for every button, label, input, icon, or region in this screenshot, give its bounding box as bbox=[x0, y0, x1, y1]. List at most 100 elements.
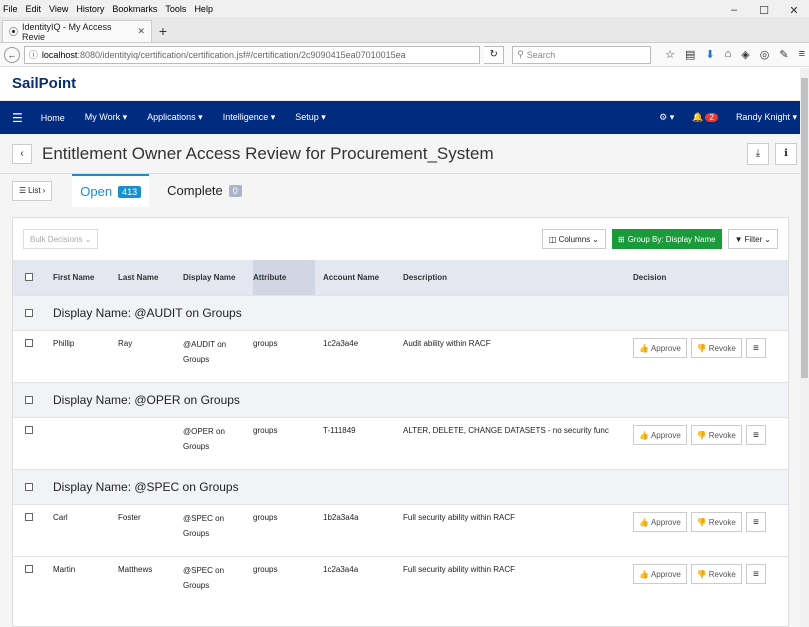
approve-button[interactable]: 👍 Approve bbox=[633, 425, 687, 445]
revoke-label: Revoke bbox=[708, 430, 736, 440]
group-row: Display Name: @OPER on Groups bbox=[13, 382, 788, 417]
bulk-label: Bulk Decisions bbox=[30, 234, 83, 244]
approve-label: Approve bbox=[650, 569, 681, 579]
filter-button[interactable]: ▼ Filter ⌄ bbox=[727, 229, 778, 249]
menu-view[interactable]: View bbox=[49, 4, 68, 14]
user-menu[interactable]: Randy Knight ▾ bbox=[736, 112, 797, 123]
page-scrollbar[interactable] bbox=[800, 68, 809, 627]
approve-label: Approve bbox=[650, 430, 681, 440]
row-menu-icon[interactable]: ≡ bbox=[745, 338, 766, 358]
pocket-icon[interactable]: ◈ bbox=[741, 48, 749, 61]
bulk-decisions-button[interactable]: Bulk Decisions ⌄ bbox=[23, 229, 99, 249]
scrollbar-thumb[interactable] bbox=[801, 78, 808, 378]
account-cell: 1c2a3a4e bbox=[323, 339, 359, 348]
hamburger-menu-icon[interactable]: ≡ bbox=[799, 48, 805, 61]
nav-applications[interactable]: Applications ▾ bbox=[147, 112, 203, 123]
puzzle-icon[interactable]: ✎ bbox=[779, 48, 788, 61]
group-checkbox[interactable] bbox=[25, 483, 33, 491]
menu-help[interactable]: Help bbox=[194, 4, 213, 14]
nav-my-work[interactable]: My Work ▾ bbox=[85, 112, 127, 123]
browser-tab[interactable]: ⦿ IdentityIQ - My Access Revie ✕ bbox=[2, 20, 152, 42]
home-icon[interactable]: ⌂ bbox=[725, 48, 732, 61]
revoke-button[interactable]: 👎 Revoke bbox=[690, 338, 742, 358]
display-line1: @SPEC on bbox=[183, 566, 225, 575]
select-all-checkbox[interactable] bbox=[25, 272, 33, 281]
back-chevron-icon[interactable]: ‹ bbox=[12, 143, 32, 164]
nav-home[interactable]: Home bbox=[41, 113, 65, 123]
row-menu-icon[interactable]: ≡ bbox=[745, 564, 766, 584]
thumbs-up-icon: 👍 bbox=[639, 517, 649, 527]
filter-icon: ▼ bbox=[734, 234, 743, 244]
revoke-button[interactable]: 👎 Revoke bbox=[690, 512, 742, 532]
minimize-icon[interactable]: – bbox=[719, 0, 749, 20]
thumbs-up-icon: 👍 bbox=[639, 430, 649, 440]
row-menu-icon[interactable]: ≡ bbox=[745, 512, 766, 532]
first-name-cell: Martin bbox=[53, 565, 76, 574]
col-first-name[interactable]: First Name bbox=[53, 273, 118, 282]
menu-bookmarks[interactable]: Bookmarks bbox=[112, 4, 157, 14]
first-name-cell: Phillip bbox=[53, 339, 75, 348]
open-count-badge: 413 bbox=[118, 185, 142, 198]
browser-toolbar-icons: ☆ ▤ ⬇ ⌂ ◈ ◎ ✎ ≡ bbox=[665, 48, 805, 61]
download-icon[interactable]: ⬇ bbox=[705, 48, 714, 61]
close-window-icon[interactable]: ✕ bbox=[779, 0, 809, 20]
row-checkbox[interactable] bbox=[25, 426, 33, 434]
browser-search-input[interactable]: ⚲ Search bbox=[512, 45, 652, 64]
notifications-bell-icon[interactable]: 🔔 2 bbox=[692, 112, 718, 123]
columns-icon: ◫ bbox=[549, 234, 557, 244]
menu-file[interactable]: File bbox=[3, 4, 18, 14]
menu-edit[interactable]: Edit bbox=[26, 4, 42, 14]
reload-icon[interactable]: ↻ bbox=[484, 45, 505, 64]
nav-intelligence[interactable]: Intelligence ▾ bbox=[223, 112, 276, 123]
revoke-button[interactable]: 👎 Revoke bbox=[690, 564, 742, 584]
display-line2: Groups bbox=[183, 529, 210, 538]
col-last-name[interactable]: Last Name bbox=[118, 273, 183, 282]
maximize-icon[interactable]: ☐ bbox=[749, 0, 779, 20]
attribute-cell: groups bbox=[253, 513, 278, 522]
col-description[interactable]: Description bbox=[395, 273, 633, 282]
tabs-row: ☰ List › Open 413 Complete 0 bbox=[0, 173, 809, 208]
list-button[interactable]: ☰ List › bbox=[12, 180, 53, 201]
review-card: Bulk Decisions ⌄ ◫ Columns ⌄ ⊞ Group By: Di… bbox=[12, 217, 789, 627]
tab-complete-label: Complete bbox=[167, 183, 223, 198]
tab-complete[interactable]: Complete 0 bbox=[159, 174, 250, 208]
group-checkbox[interactable] bbox=[25, 396, 33, 404]
menu-history[interactable]: History bbox=[76, 4, 104, 14]
back-arrow-icon[interactable]: ← bbox=[4, 46, 20, 63]
description-cell: Full security ability within RACF bbox=[403, 565, 516, 574]
url-bar[interactable]: ⓘ localhost :8080/identityiq/certificati… bbox=[23, 45, 481, 64]
group-checkbox[interactable] bbox=[25, 309, 33, 317]
description-cell: ALTER, DELETE, CHANGE DATASETS - no secu… bbox=[403, 426, 609, 435]
approve-button[interactable]: 👍 Approve bbox=[633, 512, 687, 532]
tab-open[interactable]: Open 413 bbox=[72, 173, 150, 208]
group-by-button[interactable]: ⊞ Group By: Display Name bbox=[611, 229, 722, 249]
col-attribute[interactable]: Attribute bbox=[253, 260, 315, 295]
settings-gear-icon[interactable]: ⚙ ▾ bbox=[659, 112, 674, 123]
account-cell: 1c2a3a4a bbox=[323, 565, 359, 574]
row-checkbox[interactable] bbox=[25, 339, 33, 347]
tab-open-label: Open bbox=[80, 184, 113, 199]
approve-button[interactable]: 👍 Approve bbox=[633, 338, 687, 358]
sailpoint-logo[interactable]: SailPoint bbox=[12, 75, 76, 92]
approve-button[interactable]: 👍 Approve bbox=[633, 564, 687, 584]
nav-menu-icon[interactable]: ☰ bbox=[12, 111, 23, 125]
search-icon: ⚲ bbox=[517, 49, 524, 59]
bookmark-star-icon[interactable]: ☆ bbox=[665, 48, 675, 61]
row-checkbox[interactable] bbox=[25, 565, 33, 573]
close-tab-icon[interactable]: ✕ bbox=[137, 26, 145, 37]
clipboard-icon[interactable]: ▤ bbox=[685, 48, 695, 61]
columns-button[interactable]: ◫ Columns ⌄ bbox=[542, 229, 606, 249]
revoke-button[interactable]: 👎 Revoke bbox=[690, 425, 742, 445]
info-circle-icon[interactable]: ℹ bbox=[775, 142, 797, 165]
col-display-name[interactable]: Display Name bbox=[183, 273, 253, 282]
row-checkbox[interactable] bbox=[25, 513, 33, 521]
extension-icon[interactable]: ◎ bbox=[760, 48, 770, 61]
menu-tools[interactable]: Tools bbox=[165, 4, 186, 14]
new-tab-icon[interactable]: + bbox=[152, 20, 174, 42]
download-report-icon[interactable]: ⤓ bbox=[747, 142, 769, 165]
col-account-name[interactable]: Account Name bbox=[315, 273, 395, 282]
nav-setup[interactable]: Setup ▾ bbox=[295, 112, 326, 123]
page-title: Entitlement Owner Access Review for Proc… bbox=[42, 143, 494, 163]
row-menu-icon[interactable]: ≡ bbox=[745, 425, 766, 445]
display-name-cell: @SPEC on Groups bbox=[183, 563, 253, 593]
